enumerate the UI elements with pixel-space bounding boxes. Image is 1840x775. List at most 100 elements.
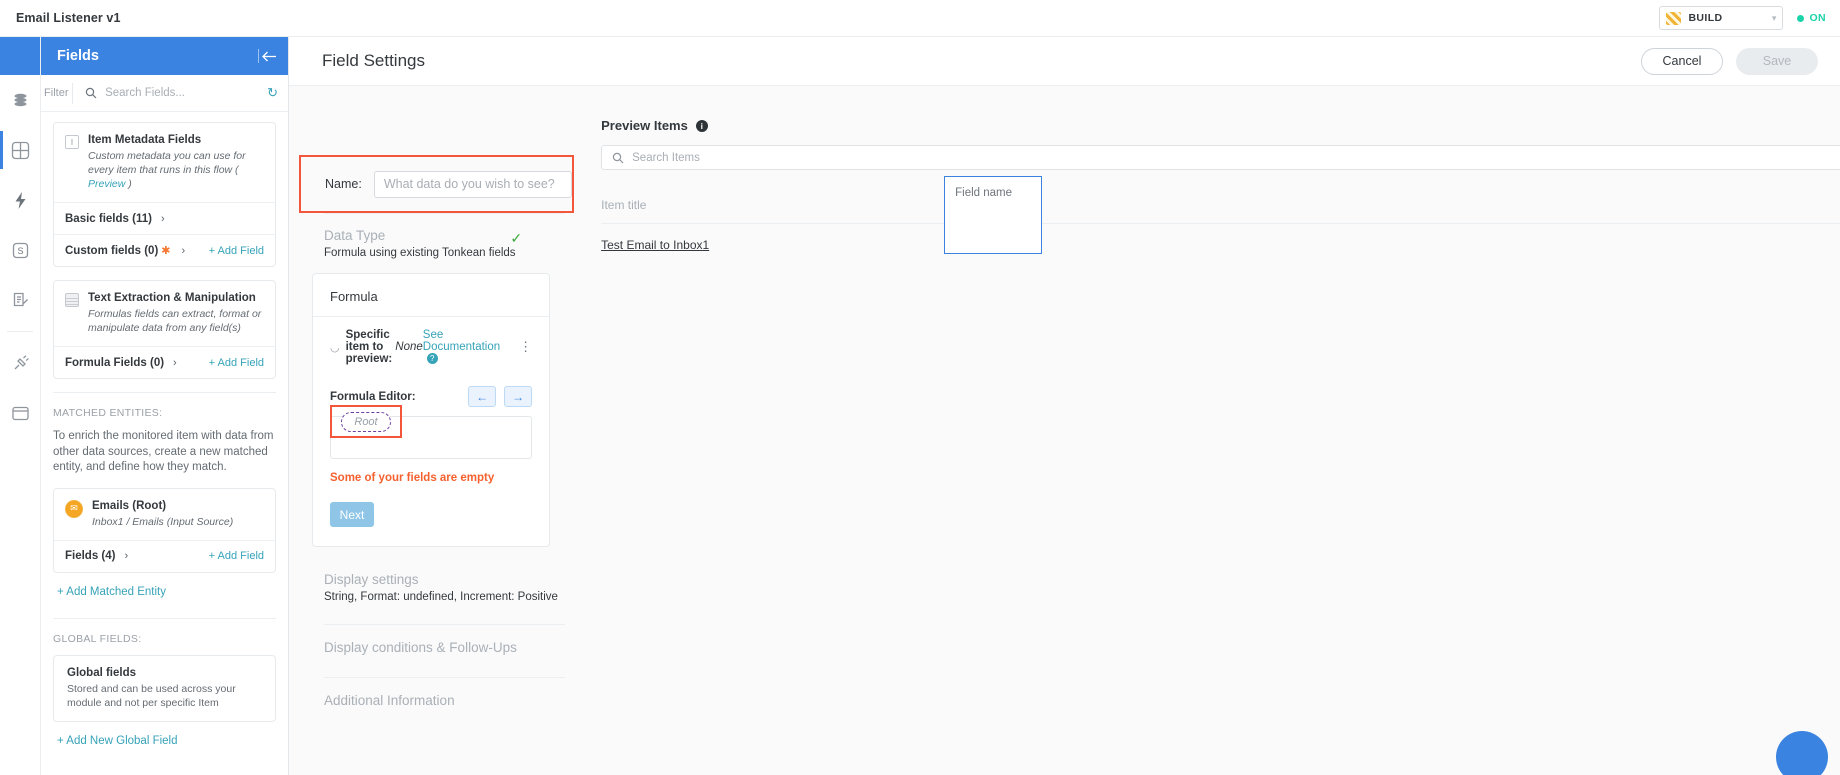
next-button[interactable]: Next <box>330 502 374 527</box>
root-chip[interactable]: Root <box>341 412 391 432</box>
name-field-highlight: Name: <box>299 155 574 213</box>
entity-subtitle: Inbox1 / Emails (Input Source) <box>92 515 233 529</box>
chevron-right-icon: › <box>173 357 177 369</box>
row-label: Basic fields (11) <box>65 213 152 225</box>
sidebar-item-connectors[interactable] <box>0 338 40 388</box>
environment-select[interactable]: BUILD ▾ <box>1659 6 1783 30</box>
card-title: Global fields <box>67 666 264 681</box>
sidebar-item-data-sources[interactable] <box>0 75 40 125</box>
section-title: Display conditions & Follow-Ups <box>324 640 578 655</box>
section-title: Display settings <box>324 572 578 587</box>
sidebar-item-fields[interactable] <box>0 125 40 175</box>
page-title: Field Settings <box>322 51 425 71</box>
filter-label: Filter <box>41 87 72 99</box>
name-label: Name: <box>325 177 362 191</box>
section-display-conditions[interactable]: Display conditions & Follow-Ups <box>289 625 578 655</box>
search-icon <box>612 152 624 164</box>
status-badge[interactable]: ON <box>1797 12 1826 24</box>
formula-divider <box>313 316 549 317</box>
section-title: Data Type <box>324 228 578 243</box>
chevron-right-icon: › <box>182 245 186 257</box>
nav-forward-button[interactable]: → <box>504 386 532 407</box>
connector-plug-icon <box>11 354 30 373</box>
info-icon[interactable]: i <box>696 120 708 132</box>
save-button[interactable]: Save <box>1736 48 1818 75</box>
add-new-global-field-link[interactable]: + Add New Global Field <box>53 735 276 747</box>
text-field-icon: I <box>65 135 79 149</box>
add-matched-entity-link[interactable]: + Add Matched Entity <box>53 586 276 598</box>
specific-item-label: Specific item to preview: <box>346 329 393 365</box>
chevron-right-icon: › <box>124 550 128 562</box>
section-subtitle: String, Format: undefined, Increment: Po… <box>324 591 578 603</box>
filter-row: Filter ↻ <box>41 75 288 112</box>
card-header: ✉ Emails (Root) Inbox1 / Emails (Input S… <box>54 489 275 540</box>
flask-icon: ◡ <box>330 341 340 354</box>
flow-title: Email Listener v1 <box>16 11 121 25</box>
collapse-panel-button[interactable] <box>258 49 278 63</box>
formula-editor-area[interactable]: Root <box>330 416 532 459</box>
row-basic-fields[interactable]: Basic fields (11) › <box>54 202 275 234</box>
section-display-settings[interactable]: Display settings String, Format: undefin… <box>289 547 578 603</box>
sidebar-item-forms[interactable] <box>0 275 40 325</box>
add-field-link[interactable]: + Add Field <box>209 357 264 369</box>
see-documentation-link[interactable]: See Documentation? <box>423 329 500 365</box>
section-data-type[interactable]: Data Type Formula using existing Tonkean… <box>289 214 578 259</box>
item-title-link[interactable]: Test Email to Inbox1 <box>601 238 709 252</box>
card-header: Text Extraction & Manipulation Formulas … <box>54 281 275 346</box>
card-description-tail: ) <box>125 178 131 190</box>
status-dot-icon <box>1797 15 1804 22</box>
editor-nav-buttons: ← → <box>468 386 532 407</box>
sidebar-item-modules[interactable] <box>0 388 40 438</box>
collapse-bar <box>258 49 259 63</box>
preview-items-table: Item title Test Email to Inbox1 Field na… <box>601 198 1840 252</box>
search-fields-input[interactable] <box>105 87 259 99</box>
nav-back-button[interactable]: ← <box>468 386 496 407</box>
formula-editor-label: Formula Editor: <box>330 391 416 403</box>
data-sources-icon <box>12 92 29 109</box>
section-subtitle: Formula using existing Tonkean fields <box>324 247 578 259</box>
main-header: Field Settings Cancel Save <box>289 37 1840 86</box>
root-chip-highlight: Root <box>330 405 402 438</box>
main-content: Field Settings Cancel Save Name: Data Ty… <box>289 37 1840 775</box>
formula-card-title: Formula <box>330 289 532 316</box>
card-description-text: Custom metadata you can use for every it… <box>88 150 246 176</box>
status-label: ON <box>1809 12 1826 24</box>
kebab-menu-icon[interactable]: ⋮ <box>519 343 532 351</box>
sidebar-item-solution[interactable]: S <box>0 225 40 275</box>
rail-divider <box>7 331 33 332</box>
refresh-icon[interactable]: ↻ <box>267 85 278 101</box>
table-row[interactable]: Test Email to Inbox1 <box>601 224 1840 252</box>
preview-link[interactable]: Preview <box>88 178 125 190</box>
field-name-label: Field name <box>955 187 1012 199</box>
card-header: I Item Metadata Fields Custom metadata y… <box>54 123 275 202</box>
row-label: Fields (4) <box>65 550 115 562</box>
column-header-item-title: Item title <box>601 198 1840 224</box>
section-additional-information[interactable]: Additional Information <box>289 678 578 708</box>
card-description: Custom metadata you can use for every it… <box>88 149 264 191</box>
name-input[interactable] <box>374 171 572 198</box>
fields-panel-title: Fields <box>57 48 99 64</box>
fields-panel: Fields Filter ↻ <box>41 37 289 775</box>
card-text-extraction: Text Extraction & Manipulation Formulas … <box>53 280 276 379</box>
sidebar-item-actions[interactable] <box>0 175 40 225</box>
actions-bolt-icon <box>12 191 29 210</box>
help-chat-button[interactable] <box>1776 731 1828 775</box>
card-title: Item Metadata Fields <box>88 133 264 148</box>
required-star-icon: ✱ <box>161 244 170 257</box>
add-field-link[interactable]: + Add Field <box>209 550 264 562</box>
fields-panel-header: Fields <box>41 37 288 75</box>
formula-error-text: Some of your fields are empty <box>330 472 532 484</box>
specific-item-value[interactable]: None <box>395 341 423 353</box>
module-window-icon <box>11 404 30 423</box>
search-fields-wrap: ↻ <box>72 85 278 101</box>
add-field-link[interactable]: + Add Field <box>209 245 264 257</box>
row-entity-fields[interactable]: Fields (4) › + Add Field <box>54 540 275 572</box>
row-custom-fields[interactable]: Custom fields (0) ✱ › + Add Field <box>54 234 275 266</box>
row-formula-fields[interactable]: Formula Fields (0) › + Add Field <box>54 346 275 378</box>
help-circle-icon: ? <box>427 353 438 364</box>
cancel-button[interactable]: Cancel <box>1641 48 1723 75</box>
icon-rail: S <box>0 37 41 775</box>
topbar: Email Listener v1 BUILD ▾ ON <box>0 0 1840 37</box>
search-items-input[interactable] <box>632 152 1840 164</box>
chevron-right-icon: › <box>161 213 165 225</box>
